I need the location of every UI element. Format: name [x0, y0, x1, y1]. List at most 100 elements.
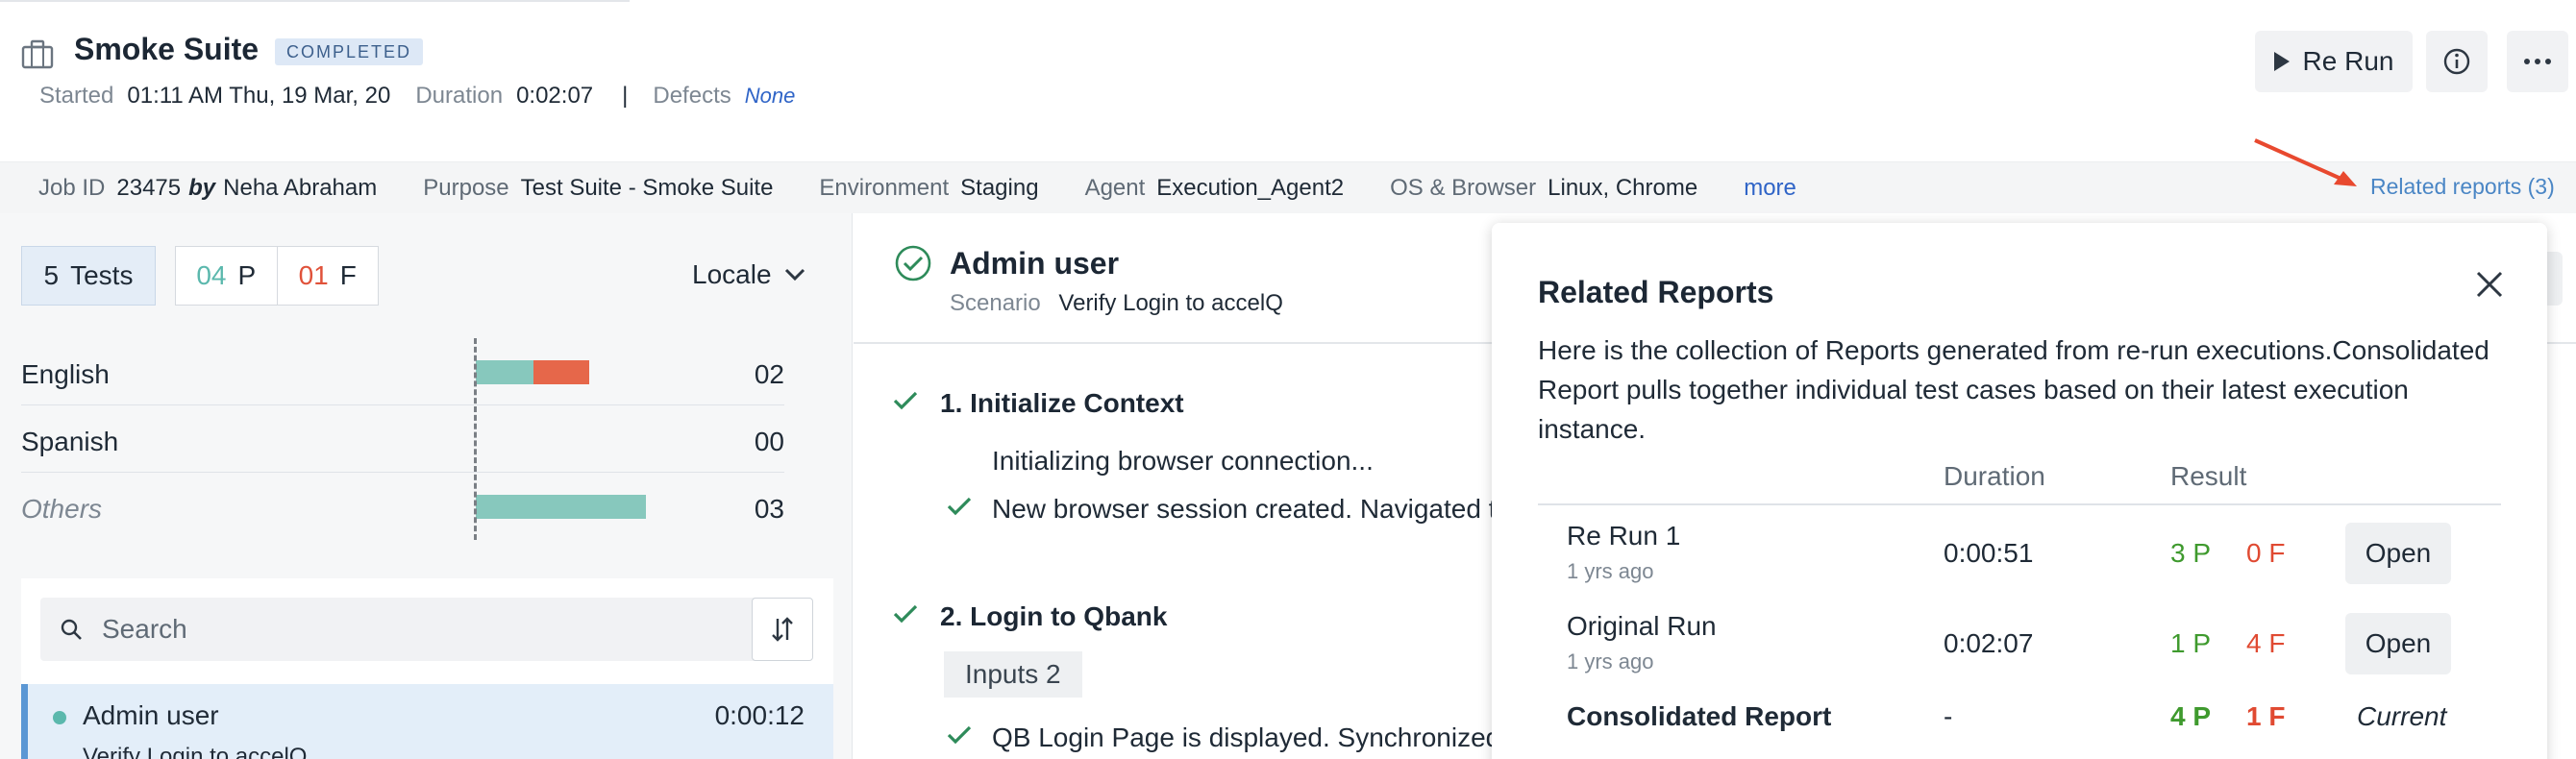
- sort-button[interactable]: [752, 598, 813, 661]
- job-author: Neha Abraham: [223, 174, 378, 201]
- job-id-value: 23475: [116, 174, 182, 201]
- environment-label: Environment: [819, 174, 950, 201]
- suite-title: Smoke Suite: [74, 32, 260, 66]
- play-icon: [2273, 52, 2290, 71]
- tests-label: Tests: [70, 260, 134, 290]
- os-browser-group: OS & Browser Linux, Chrome: [1390, 175, 1697, 202]
- job-id-label: Job ID: [38, 174, 106, 201]
- agent-group: Agent Execution_Agent2: [1085, 175, 1345, 202]
- step-log-line: New browser session created. Navigated t…: [992, 494, 1512, 524]
- report-fail-count: 1 F: [2246, 701, 2286, 731]
- search-icon: [61, 619, 82, 640]
- duration-label: Duration: [415, 83, 504, 109]
- check-circle-icon: [895, 245, 931, 282]
- agent-value: Execution_Agent2: [1156, 174, 1345, 201]
- step-log-line: QB Login Page is displayed. Synchronized…: [992, 722, 1523, 752]
- job-id-group: Job ID 23475 by Neha Abraham: [38, 175, 377, 202]
- search-placeholder: Search: [102, 614, 187, 644]
- result-column-header: Result: [2170, 461, 2247, 491]
- rerun-button[interactable]: Re Run: [2255, 31, 2413, 92]
- step-log-line: Initializing browser connection...: [992, 446, 1374, 476]
- run-meta: Started 01:11 AM Thu, 19 Mar, 20 Duratio…: [39, 83, 795, 110]
- report-pass-count: 1 P: [2170, 628, 2212, 658]
- locale-row-spanish[interactable]: Spanish 00: [21, 405, 784, 473]
- report-pass-count: 4 P: [2170, 701, 2212, 731]
- os-browser-label: OS & Browser: [1390, 174, 1537, 201]
- purpose-label: Purpose: [423, 174, 509, 201]
- job-info-bar: Job ID 23475 by Neha Abraham Purpose Tes…: [0, 161, 2576, 213]
- info-button[interactable]: [2426, 31, 2488, 92]
- related-reports-popup: Related Reports Here is the collection o…: [1492, 223, 2547, 759]
- annotation-arrow-icon: [2254, 138, 2357, 186]
- locale-count: 03: [754, 494, 784, 524]
- fail-label: F: [339, 260, 357, 290]
- locale-pass-bar: [476, 360, 533, 384]
- fail-count: 01: [298, 260, 329, 290]
- background-button-edge: [2547, 252, 2563, 306]
- current-report-label: Current: [2357, 701, 2447, 731]
- report-fail-count: 4 F: [2246, 628, 2286, 658]
- tests-panel: 5 Tests 04 P 01 F Locale English 02 Span…: [0, 213, 853, 759]
- list-item-duration: 0:00:12: [714, 700, 805, 730]
- os-browser-value: Linux, Chrome: [1548, 174, 1698, 201]
- sort-arrows-icon: [772, 617, 793, 642]
- check-icon: [893, 604, 918, 624]
- scenario-value: Verify Login to accelQ: [1058, 290, 1283, 316]
- more-options-button[interactable]: [2507, 31, 2568, 92]
- agent-label: Agent: [1084, 174, 1146, 201]
- report-duration: 0:00:51: [1944, 538, 2034, 568]
- pass-fail-filter: 04 P 01 F: [175, 246, 379, 306]
- environment-group: Environment Staging: [819, 175, 1038, 202]
- pass-status-dot: [53, 711, 66, 724]
- locale-chart-axis: [474, 338, 477, 540]
- briefcase-icon: [21, 39, 54, 69]
- top-divider: [0, 0, 630, 2]
- more-horizontal-icon: [2524, 59, 2551, 64]
- report-age: 1 yrs ago: [1567, 559, 1654, 583]
- popup-description: Here is the collection of Reports genera…: [1538, 335, 2489, 444]
- locale-name: English: [21, 359, 110, 389]
- report-name: Consolidated Report: [1567, 701, 1832, 731]
- step-title[interactable]: 1. Initialize Context: [940, 388, 1184, 419]
- check-icon: [947, 497, 972, 516]
- locale-name: Spanish: [21, 427, 119, 456]
- more-info-link[interactable]: more: [1744, 175, 1796, 202]
- list-item-subtitle: Verify Login to accelQ: [83, 744, 308, 759]
- test-list: Search Admin user Verify Login to accelQ…: [21, 578, 833, 759]
- locale-row-others[interactable]: Others 03: [21, 473, 784, 540]
- group-by-dropdown[interactable]: Locale: [692, 259, 806, 290]
- step-title[interactable]: 2. Login to Qbank: [940, 601, 1167, 632]
- tests-count-chip[interactable]: 5 Tests: [21, 246, 156, 306]
- report-pass-count: 3 P: [2170, 538, 2212, 568]
- report-name: Original Run: [1567, 611, 1717, 641]
- check-icon: [947, 725, 972, 745]
- report-fail-count: 0 F: [2246, 538, 2286, 568]
- inputs-chip[interactable]: Inputs 2: [944, 651, 1082, 698]
- list-item-title: Admin user: [83, 700, 219, 730]
- close-icon[interactable]: [2470, 265, 2509, 304]
- fail-filter[interactable]: 01 F: [276, 247, 379, 305]
- group-by-label: Locale: [692, 259, 772, 289]
- report-duration: -: [1944, 701, 1953, 731]
- list-item[interactable]: Admin user Verify Login to accelQ 0:00:1…: [21, 684, 833, 759]
- defects-label: Defects: [653, 83, 731, 109]
- report-name: Re Run 1: [1567, 521, 1681, 551]
- defects-value: None: [744, 84, 796, 108]
- open-report-button[interactable]: Open: [2345, 523, 2451, 584]
- locale-count: 02: [754, 359, 784, 389]
- info-icon: [2443, 48, 2470, 75]
- pass-filter[interactable]: 04 P: [176, 247, 277, 305]
- status-badge: COMPLETED: [275, 38, 424, 65]
- open-report-button[interactable]: Open: [2345, 613, 2451, 674]
- search-box[interactable]: Search: [40, 598, 763, 661]
- rerun-label: Re Run: [2302, 46, 2394, 76]
- related-reports-link[interactable]: Related reports (3): [2370, 174, 2555, 200]
- check-icon: [893, 391, 918, 410]
- duration-column-header: Duration: [1944, 461, 2045, 491]
- locale-count: 00: [754, 427, 784, 456]
- purpose-group: Purpose Test Suite - Smoke Suite: [423, 175, 773, 202]
- scenario-title: Admin user: [950, 246, 1120, 281]
- report-age: 1 yrs ago: [1567, 649, 1654, 673]
- table-header-divider: [1538, 503, 2501, 505]
- locale-row-english[interactable]: English 02: [21, 338, 784, 405]
